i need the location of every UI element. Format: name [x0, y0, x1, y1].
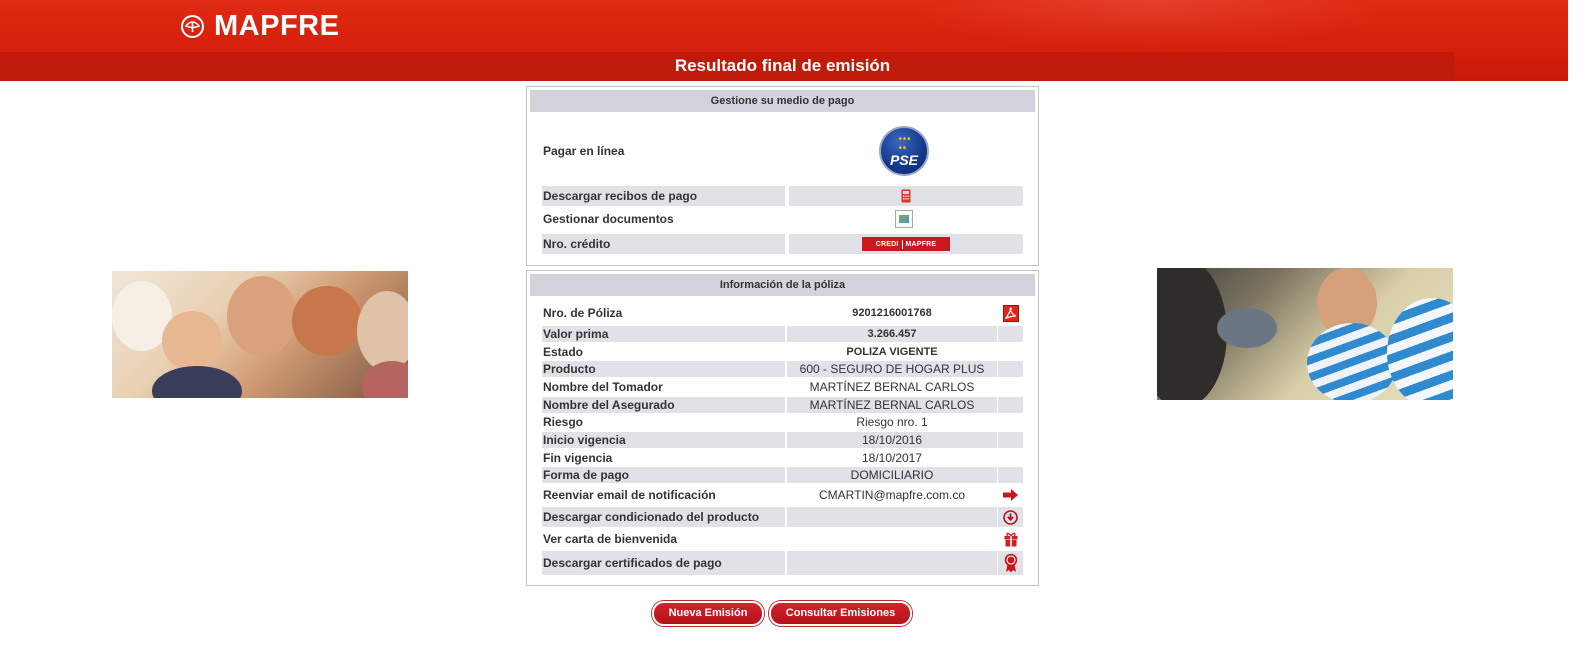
payment-certificates-icon-cell: [998, 551, 1023, 575]
payment-method-value: DOMICILIARIO: [787, 467, 997, 483]
resend-email-label: Reenviar email de notificación: [543, 488, 716, 502]
family-photo: [112, 271, 408, 398]
status-icon-cell: [998, 344, 1023, 360]
credit-row: Nro. crédito CREDI MAPFRE: [542, 234, 1023, 254]
payment-certificates-value: [787, 551, 997, 575]
header-bar: MAPFRE Resultado final de emisión: [0, 0, 1568, 81]
risk-row: Riesgo Riesgo nro. 1: [542, 414, 1023, 430]
risk-icon-cell: [998, 414, 1023, 430]
pse-dots: • • • • •: [898, 134, 910, 154]
welcome-letter-row: Ver carta de bienvenida: [542, 529, 1023, 549]
credimapfre-logo[interactable]: CREDI MAPFRE: [862, 237, 950, 251]
insured-icon-cell: [998, 397, 1023, 413]
download-conditions-icon-cell: [998, 507, 1023, 527]
policy-number-icon-cell: [998, 303, 1023, 323]
premium-value: 3.266.457: [787, 326, 997, 342]
start-date-value: 18/10/2016: [787, 432, 997, 448]
status-value: POLIZA VIGENTE: [846, 346, 938, 358]
insured-row: Nombre del Asegurado MARTÍNEZ BERNAL CAR…: [542, 397, 1023, 413]
pay-online-row: Pagar en línea • • • • • PSE: [542, 122, 1023, 180]
documents-row: Gestionar documentos: [542, 209, 1023, 229]
holder-icon-cell: [998, 379, 1023, 395]
resend-email-icon-cell: [998, 485, 1023, 505]
status-label: Estado: [543, 345, 584, 359]
policy-panel-heading: Información de la póliza: [530, 274, 1035, 296]
calculator-icon[interactable]: [901, 189, 911, 203]
policy-panel: Información de la póliza Nro. de Póliza …: [526, 270, 1039, 586]
credi-text: CREDI: [875, 240, 899, 248]
download-conditions-value: [787, 507, 997, 527]
mapfre-text: MAPFRE: [905, 240, 937, 248]
father-son-photo: [1157, 268, 1453, 400]
new-emission-button[interactable]: Nueva Emisión: [652, 601, 764, 626]
page-title: Resultado final de emisión: [674, 56, 891, 75]
receipts-label: Descargar recibos de pago: [542, 186, 785, 206]
status-row: Estado POLIZA VIGENTE: [542, 344, 1023, 360]
start-date-row: Inicio vigencia 18/10/2016: [542, 432, 1023, 448]
documents-cell: [785, 209, 1023, 229]
pay-online-label: Pagar en línea: [543, 144, 625, 158]
credi-separator: [901, 239, 903, 249]
welcome-letter-value: [787, 529, 997, 549]
product-row: Producto 600 - SEGURO DE HOGAR PLUS: [542, 361, 1023, 377]
insured-label: Nombre del Asegurado: [542, 397, 785, 413]
arrow-right-icon[interactable]: [1003, 489, 1018, 501]
certificate-icon[interactable]: [1004, 553, 1018, 573]
pay-online-cell: • • • • • PSE: [785, 122, 1023, 180]
download-conditions-label: Descargar condicionado del producto: [542, 507, 785, 527]
holder-value: MARTÍNEZ BERNAL CARLOS: [809, 380, 975, 394]
receipts-cell: [789, 186, 1023, 206]
mapfre-logo-icon: [181, 14, 204, 38]
pse-payment-icon[interactable]: • • • • • PSE: [879, 126, 929, 176]
premium-label: Valor prima: [542, 326, 785, 342]
receipts-row: Descargar recibos de pago: [542, 186, 1023, 206]
premium-row: Valor prima 3.266.457: [542, 326, 1023, 342]
premium-icon-cell: [998, 326, 1023, 342]
payment-method-label: Forma de pago: [542, 467, 785, 483]
end-date-icon-cell: [998, 450, 1023, 466]
risk-value: Riesgo nro. 1: [856, 415, 928, 429]
risk-label: Riesgo: [543, 415, 584, 429]
download-icon[interactable]: [1003, 509, 1018, 525]
pse-label: PSE: [889, 152, 918, 168]
credit-cell: CREDI MAPFRE: [789, 234, 1023, 254]
brand-name: MAPFRE: [214, 10, 340, 42]
download-conditions-row: Descargar condicionado del producto: [542, 507, 1023, 527]
documents-image-icon[interactable]: [895, 210, 913, 228]
pdf-icon[interactable]: [1002, 304, 1019, 322]
start-date-label: Inicio vigencia: [542, 432, 785, 448]
resend-email-value: CMARTIN@mapfre.com.co: [819, 488, 965, 502]
holder-row: Nombre del Tomador MARTÍNEZ BERNAL CARLO…: [542, 379, 1023, 395]
policy-number-row: Nro. de Póliza 9201216001768: [542, 303, 1023, 323]
policy-number-value: 9201216001768: [852, 307, 932, 319]
end-date-label: Fin vigencia: [543, 451, 613, 465]
product-value: 600 - SEGURO DE HOGAR PLUS: [787, 361, 997, 377]
gift-icon[interactable]: [1004, 532, 1018, 547]
welcome-letter-icon-cell: [998, 529, 1023, 549]
documents-label: Gestionar documentos: [543, 212, 674, 226]
policy-number-label: Nro. de Póliza: [543, 306, 623, 320]
end-date-value: 18/10/2017: [861, 451, 923, 465]
start-date-icon-cell: [998, 432, 1023, 448]
insured-value: MARTÍNEZ BERNAL CARLOS: [787, 397, 997, 413]
resend-email-row: Reenviar email de notificación CMARTIN@m…: [542, 485, 1023, 505]
holder-label: Nombre del Tomador: [543, 380, 663, 394]
end-date-row: Fin vigencia 18/10/2017: [542, 450, 1023, 466]
payment-certificates-row: Descargar certificados de pago: [542, 551, 1023, 575]
product-label: Producto: [542, 361, 785, 377]
payment-method-icon-cell: [998, 467, 1023, 483]
welcome-letter-label: Ver carta de bienvenida: [543, 532, 678, 546]
payment-certificates-label: Descargar certificados de pago: [542, 551, 785, 575]
query-emissions-button[interactable]: Consultar Emisiones: [769, 601, 912, 626]
payment-method-row: Forma de pago DOMICILIARIO: [542, 467, 1023, 483]
payment-panel-heading: Gestione su medio de pago: [530, 90, 1035, 112]
payment-panel: Gestione su medio de pago Pagar en línea…: [526, 86, 1039, 266]
product-icon-cell: [998, 361, 1023, 377]
credit-label: Nro. crédito: [542, 234, 785, 254]
header-glow: [900, 0, 1400, 52]
mapfre-logo[interactable]: MAPFRE: [181, 10, 340, 42]
